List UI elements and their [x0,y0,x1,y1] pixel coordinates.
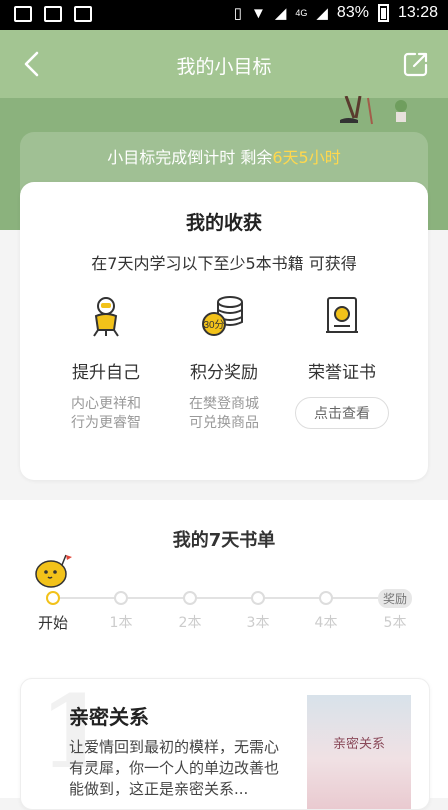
book-description: 让爱情回到最初的模样，无需心有灵犀，你一个人的单边改善也能做到，这正是亲密关系.… [69,738,280,798]
step-label: 1本 [109,615,133,631]
certificate-icon [326,297,358,333]
reward-title: 荣誉证书 [308,363,376,383]
reward-desc: 在樊登商城 可兑换商品 [164,395,284,433]
download-icon [44,6,62,22]
astronaut-icon [93,297,119,337]
vibrate-icon: ▯ [233,5,242,22]
view-certificate-button[interactable]: 点击查看 [295,397,389,429]
step-label: 开始 [37,614,68,632]
reward-certificate: 荣誉证书 点击查看 [282,294,402,429]
progress-dot [251,591,265,605]
book-cover-title: 亲密关系 [332,737,385,752]
wifi-icon: ▼ [250,4,266,22]
progress-dot-start [46,591,60,605]
step-label: 5本 [383,615,407,631]
progress-dot [183,591,197,605]
reward-title: 积分奖励 [190,363,258,383]
harvest-subtitle: 在7天内学习以下至少5本书籍 可获得 [91,254,357,273]
mail-icon [14,6,32,22]
status-bar: ▯ ▼ ◢ 4G ◢ 83% 13:28 [0,0,448,30]
book-title: 亲密关系 [69,705,149,729]
progress-track [52,597,392,599]
reward-title: 提升自己 [72,363,140,383]
progress-dot [114,591,128,605]
clock: 13:28 [397,4,438,21]
book-cover: 亲密关系 [307,695,411,809]
reward-desc: 内心更祥和 行为更睿智 [46,395,166,433]
countdown-label: 小目标完成倒计时 剩余 [107,148,273,167]
signal-icon: ◢ [274,5,287,22]
harvest-card: 我的收获 在7天内学习以下至少5本书籍 可获得 提升自己 内心更祥和 行为更睿智… [20,182,428,480]
page-title: 我的小目标 [176,56,272,78]
mascot-chick-icon [35,554,72,588]
share-icon[interactable] [402,50,430,78]
countdown-remaining: 6天5小时 [272,148,341,167]
reward-desc-line: 在樊登商城 [189,396,259,412]
reward-desc-line: 行为更睿智 [71,415,141,431]
progress-dot [319,591,333,605]
battery-level: 83% [336,4,369,21]
book-card[interactable]: 1 亲密关系 让爱情回到最初的模样，无需心有灵犀，你一个人的单边改善也能做到，这… [20,678,430,810]
network-type: 4G [295,8,308,18]
reward-points: 30分 积分奖励 在樊登商城 可兑换商品 [164,294,284,433]
coins-30-icon: 30分 [202,296,243,336]
store-icon [74,6,92,22]
reward-desc-line: 内心更祥和 [71,396,141,412]
harvest-title: 我的收获 [185,212,262,234]
step-label: 3本 [246,615,270,631]
reward-badge: 奖励 [378,589,413,608]
reading-person-illustration [340,96,407,125]
reward-improve-self: 提升自己 内心更祥和 行为更睿智 [46,294,166,433]
svg-text:30分: 30分 [203,319,224,331]
booklist-title: 我的7天书单 [172,530,276,551]
step-label: 4本 [314,615,338,631]
step-label: 2本 [178,615,202,631]
battery-icon [377,4,389,22]
signal-icon-2: ◢ [316,5,328,22]
reward-desc-line: 可兑换商品 [189,415,259,431]
